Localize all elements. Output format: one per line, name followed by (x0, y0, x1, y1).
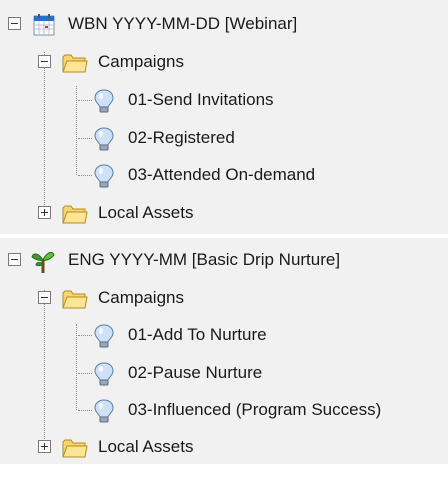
campaign-row[interactable]: 02-Pause Nurture (0, 356, 448, 390)
program-tree-nurture: ENG YYYY-MM [Basic Drip Nurture] Campaig… (0, 238, 448, 464)
folder-icon (62, 54, 88, 73)
campaign-row[interactable]: 03-Attended On-demand (0, 158, 448, 192)
campaign-label: 01-Add To Nurture (128, 325, 267, 344)
folder-row-campaigns[interactable]: Campaigns (0, 281, 448, 315)
sprout-icon (31, 251, 55, 273)
folder-label: Campaigns (98, 288, 184, 307)
program-title: ENG YYYY-MM [Basic Drip Nurture] (68, 250, 341, 269)
campaign-label: 03-Influenced (Program Success) (128, 400, 382, 419)
lightbulb-icon (94, 89, 114, 113)
folder-label: Local Assets (98, 203, 194, 222)
campaign-row[interactable]: 02-Registered (0, 121, 448, 155)
campaign-row[interactable]: 01-Add To Nurture (0, 318, 448, 352)
campaign-label: 02-Registered (128, 128, 235, 147)
collapse-toggle[interactable] (38, 291, 51, 304)
collapse-toggle[interactable] (8, 17, 21, 30)
campaign-row[interactable]: 03-Influenced (Program Success) (0, 393, 448, 427)
lightbulb-icon (94, 127, 114, 151)
program-tree-webinar: WBN YYYY-MM-DD [Webinar] Campaigns 01-Se… (0, 0, 448, 234)
collapse-toggle[interactable] (8, 253, 21, 266)
program-row[interactable]: WBN YYYY-MM-DD [Webinar] (0, 7, 448, 41)
folder-label: Campaigns (98, 52, 184, 71)
folder-row-local-assets[interactable]: Local Assets (0, 196, 448, 230)
campaign-label: 01-Send Invitations (128, 90, 274, 109)
expand-toggle[interactable] (38, 206, 51, 219)
program-row[interactable]: ENG YYYY-MM [Basic Drip Nurture] (0, 243, 448, 277)
collapse-toggle[interactable] (38, 55, 51, 68)
folder-icon (62, 290, 88, 309)
lightbulb-icon (94, 324, 114, 348)
expand-toggle[interactable] (38, 440, 51, 453)
lightbulb-icon (94, 164, 114, 188)
lightbulb-icon (94, 399, 114, 423)
calendar-icon (33, 14, 55, 36)
folder-row-campaigns[interactable]: Campaigns (0, 45, 448, 79)
campaign-row[interactable]: 01-Send Invitations (0, 83, 448, 117)
program-title: WBN YYYY-MM-DD [Webinar] (68, 14, 298, 33)
campaign-label: 02-Pause Nurture (128, 363, 263, 382)
campaign-label: 03-Attended On-demand (128, 165, 316, 184)
folder-label: Local Assets (98, 437, 194, 456)
folder-icon (62, 439, 88, 458)
folder-icon (62, 205, 88, 224)
folder-row-local-assets[interactable]: Local Assets (0, 430, 448, 464)
lightbulb-icon (94, 362, 114, 386)
